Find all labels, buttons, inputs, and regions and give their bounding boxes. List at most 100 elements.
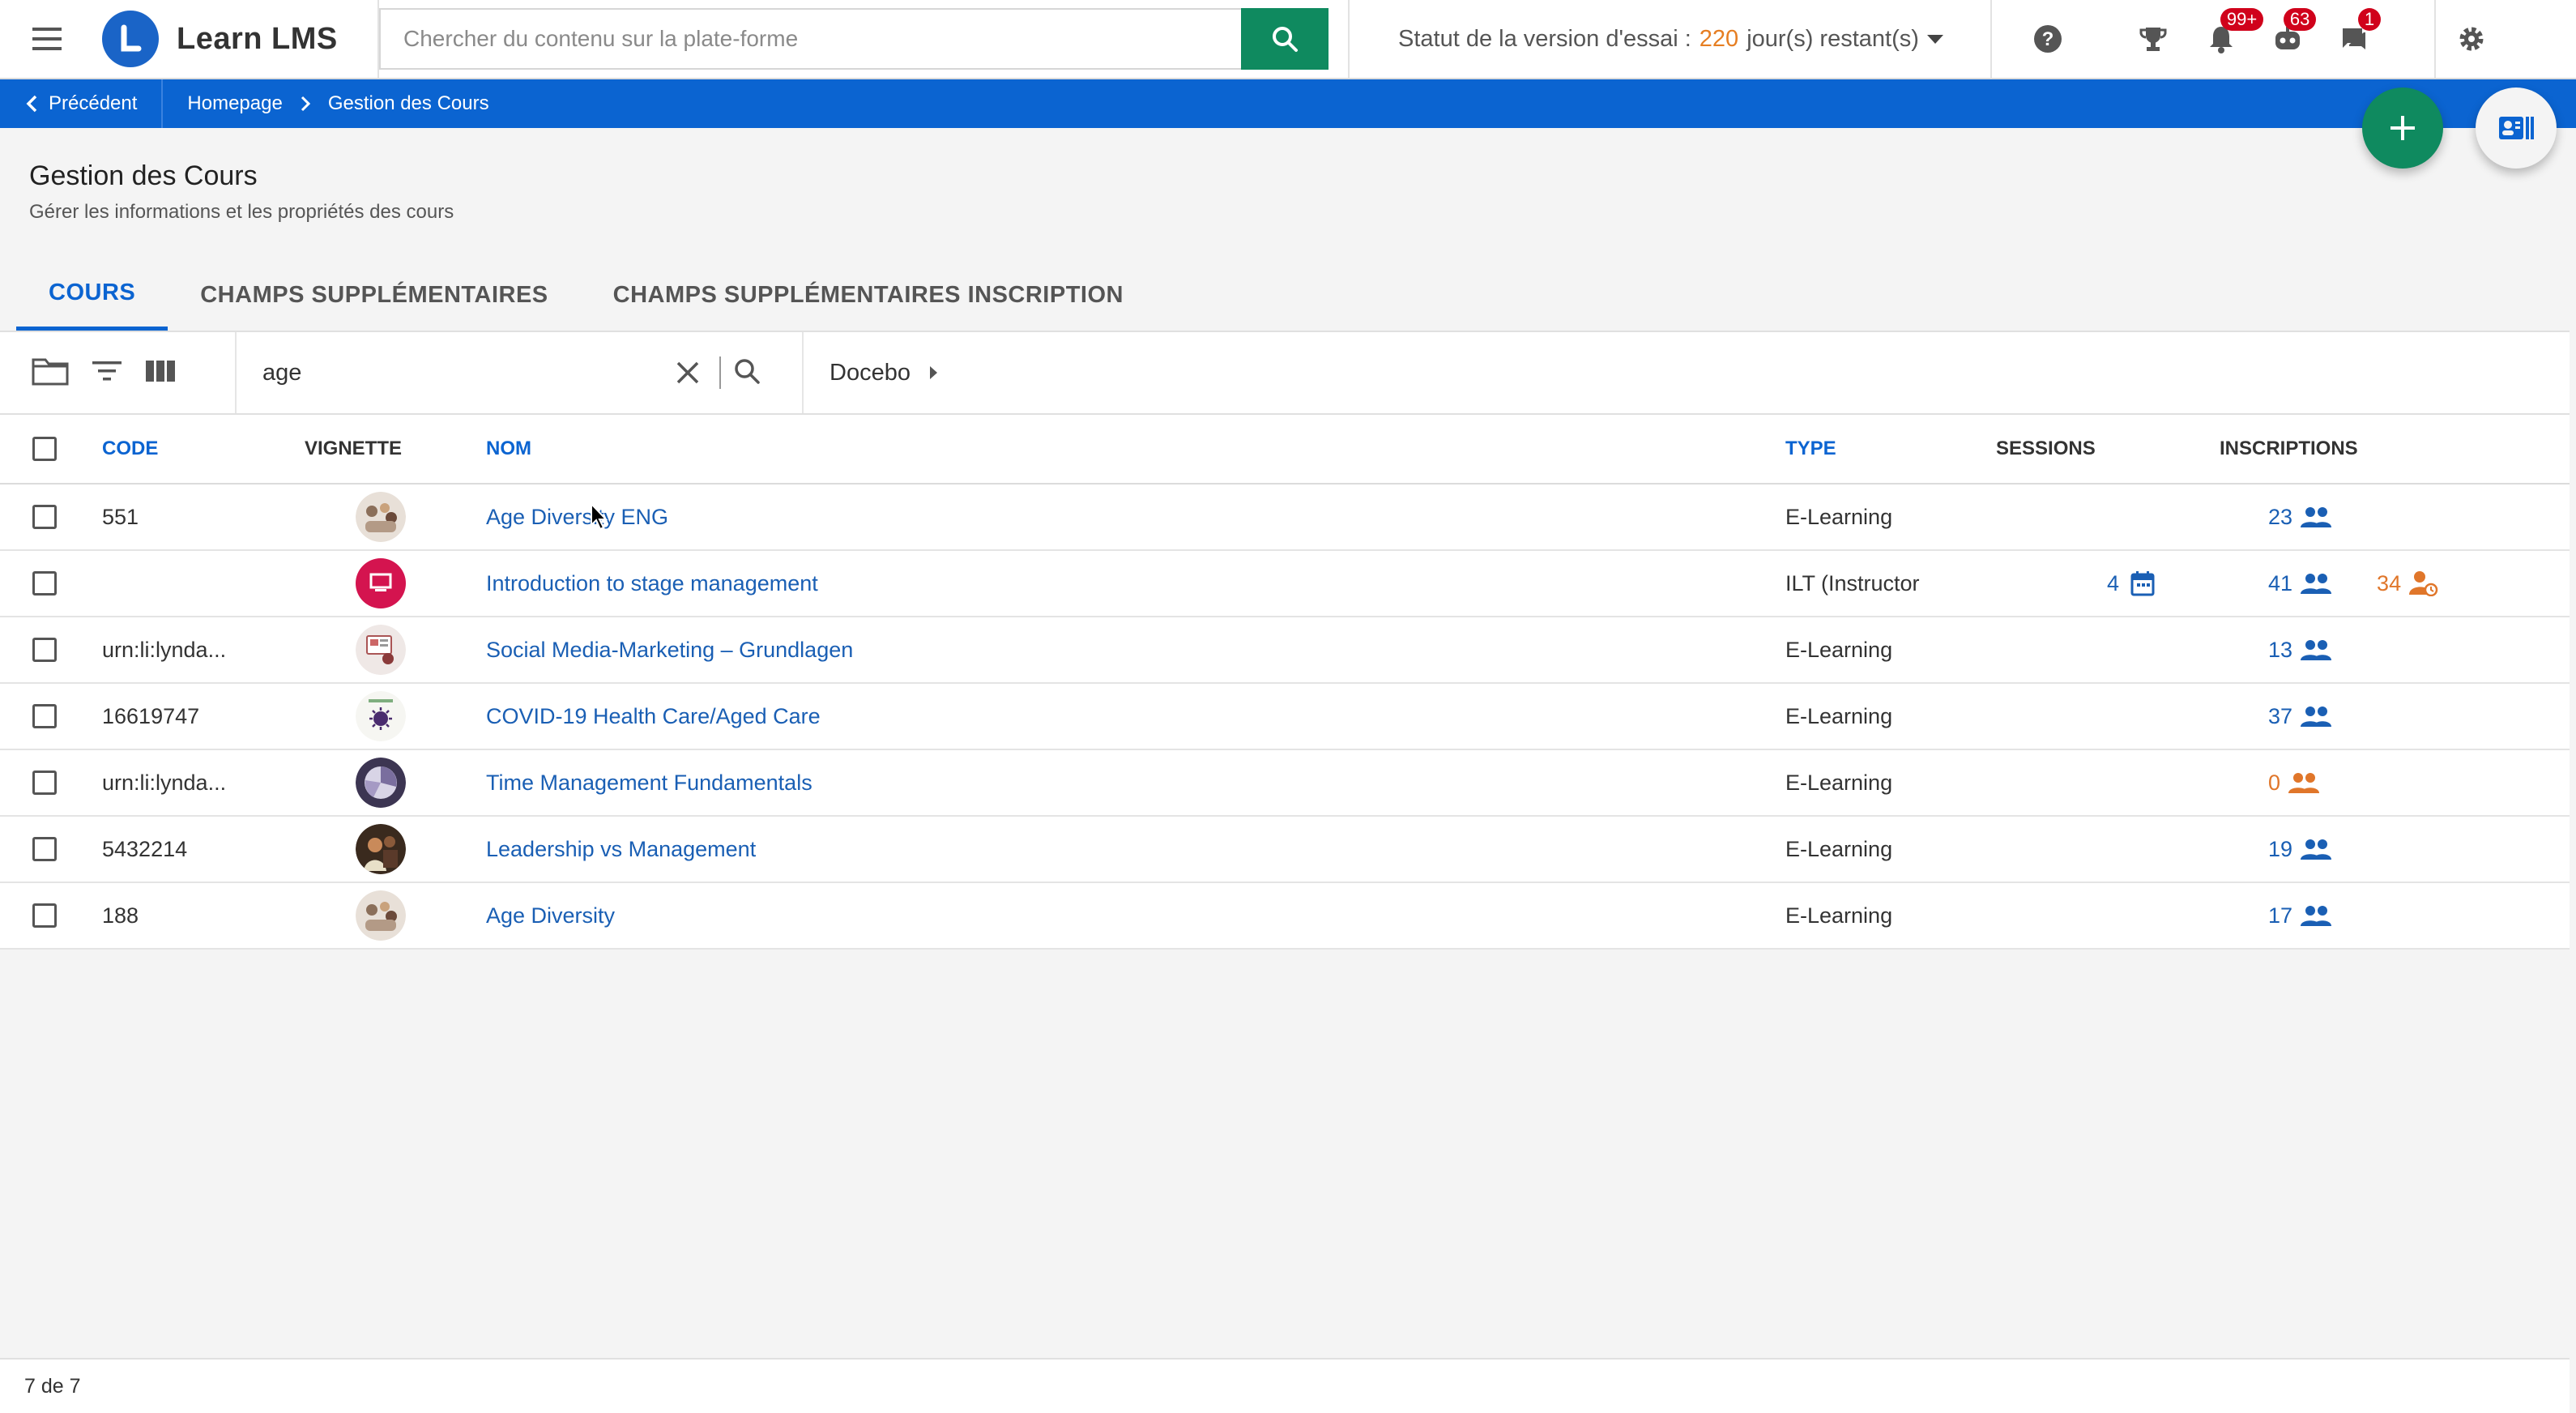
back-button[interactable]: Précédent: [0, 79, 164, 128]
tab-bar: COURS CHAMPS SUPPLÉMENTAIRES CHAMPS SUPP…: [16, 259, 1156, 331]
row-checkbox[interactable]: [32, 571, 57, 596]
trophy-button[interactable]: [2117, 0, 2190, 78]
card-view-button[interactable]: [2476, 88, 2557, 169]
select-all-checkbox[interactable]: [32, 437, 57, 461]
table-search: [237, 332, 804, 413]
row-type: E-Learning: [1785, 637, 1893, 662]
row-enrollments[interactable]: 19: [2203, 837, 2570, 862]
mouse-cursor-icon: [591, 502, 608, 531]
column-name[interactable]: NOM: [470, 438, 1785, 460]
enrollment-count: 13: [2268, 637, 2293, 662]
course-name-link[interactable]: COVID-19 Health Care/Aged Care: [470, 704, 1785, 729]
table-row[interactable]: 188 Age Diversity E-Learning 17: [0, 883, 2570, 950]
chevron-right-icon: [301, 96, 310, 112]
trial-suffix: jour(s) restant(s): [1746, 25, 1919, 52]
notifications-button[interactable]: 99+: [2185, 0, 2264, 78]
folder-icon[interactable]: [31, 355, 70, 391]
columns-icon[interactable]: [144, 358, 177, 388]
trophy-icon: [2139, 28, 2167, 51]
users-icon: [2301, 839, 2332, 860]
row-checkbox[interactable]: [32, 903, 57, 928]
clear-icon[interactable]: [667, 361, 708, 385]
row-enrollments[interactable]: 41 34: [2203, 570, 2570, 596]
pending-enrollments[interactable]: 34: [2377, 570, 2438, 596]
course-thumbnail: [356, 691, 406, 741]
tab-enrollment-additional-fields[interactable]: CHAMPS SUPPLÉMENTAIRES INSCRIPTION: [581, 259, 1156, 331]
svg-text:?: ?: [2042, 28, 2054, 50]
course-name-link[interactable]: Leadership vs Management: [470, 837, 1785, 862]
courses-table: CODE VIGNETTE NOM TYPE SESSIONS INSCRIPT…: [0, 415, 2570, 950]
course-name-link[interactable]: Age Diversity ENG: [470, 505, 1785, 530]
enrollment-count: 17: [2268, 903, 2293, 928]
search-icon[interactable]: [732, 356, 761, 390]
users-icon: [2301, 706, 2332, 727]
chat-bot-button[interactable]: 63: [2251, 0, 2324, 78]
trial-status[interactable]: Statut de la version d'essai : 220 jour(…: [1348, 0, 1992, 78]
toolbar-actions: [0, 332, 237, 413]
column-type[interactable]: TYPE: [1785, 438, 1996, 460]
row-checkbox[interactable]: [32, 505, 57, 529]
row-enrollments[interactable]: 13: [2203, 638, 2570, 663]
users-icon: [2301, 574, 2332, 594]
course-thumbnail: [356, 758, 406, 808]
row-enrollments[interactable]: 0: [2203, 771, 2570, 796]
course-name-link[interactable]: Time Management Fundamentals: [470, 771, 1785, 796]
row-code: 16619747: [102, 703, 200, 728]
caret-down-icon: [1926, 35, 1943, 44]
row-enrollments[interactable]: 37: [2203, 704, 2570, 729]
row-code: urn:li:lynda...: [102, 770, 227, 795]
breadcrumb-home[interactable]: Homepage: [163, 92, 282, 115]
enrollment-count: 0: [2268, 770, 2281, 795]
add-course-button[interactable]: [2362, 88, 2443, 169]
tab-additional-fields[interactable]: CHAMPS SUPPLÉMENTAIRES: [168, 259, 580, 331]
global-search-input[interactable]: [381, 10, 1241, 68]
page-subtitle: Gérer les informations et les propriétés…: [29, 201, 454, 223]
menu-icon[interactable]: [0, 0, 94, 78]
global-search-button[interactable]: [1241, 8, 1329, 70]
table-row[interactable]: urn:li:lynda... Time Management Fundamen…: [0, 750, 2570, 817]
course-name-link[interactable]: Social Media-Marketing – Grundlagen: [470, 638, 1785, 663]
row-sessions[interactable]: 4: [1996, 570, 2203, 596]
row-enrollments[interactable]: 17: [2203, 903, 2570, 928]
table-toolbar: Docebo: [0, 331, 2570, 415]
course-thumbnail: [356, 890, 406, 941]
catalog-crumb-label: Docebo: [830, 359, 911, 386]
logo-icon: [102, 11, 159, 67]
breadcrumb: Précédent Homepage Gestion des Cours: [0, 79, 2576, 128]
tab-courses[interactable]: COURS: [16, 259, 168, 331]
contact-card-icon: [2499, 117, 2534, 139]
table-row[interactable]: 5432214 Leadership vs Management E-Learn…: [0, 817, 2570, 883]
table-row[interactable]: Introduction to stage management ILT (In…: [0, 551, 2570, 617]
catalog-breadcrumb[interactable]: Docebo: [804, 360, 938, 386]
settings-button[interactable]: [2433, 0, 2507, 78]
table-search-input[interactable]: [262, 348, 667, 397]
users-icon: [2301, 906, 2332, 926]
course-thumbnail: [356, 492, 406, 542]
column-code[interactable]: CODE: [89, 438, 292, 460]
brand-name: Learn LMS: [177, 21, 338, 56]
messages-button[interactable]: 1: [2318, 0, 2390, 78]
trial-days: 220: [1699, 25, 1739, 52]
table-row[interactable]: urn:li:lynda... Social Media-Marketing –…: [0, 617, 2570, 684]
chat-badge: 63: [2283, 8, 2317, 31]
row-checkbox[interactable]: [32, 771, 57, 795]
filter-icon[interactable]: [91, 359, 123, 387]
top-header: Learn LMS Statut de la version d'essai :…: [0, 0, 2576, 79]
user-pending-icon: [2409, 571, 2438, 596]
course-name-link[interactable]: Age Diversity: [470, 903, 1785, 928]
row-checkbox[interactable]: [32, 837, 57, 861]
table-row[interactable]: 551 Age Diversity ENG E-Learning 23: [0, 485, 2570, 551]
help-button[interactable]: ?: [2011, 0, 2084, 78]
search-divider: [719, 356, 721, 389]
row-checkbox[interactable]: [32, 638, 57, 662]
row-checkbox[interactable]: [32, 704, 57, 728]
course-name-link[interactable]: Introduction to stage management: [470, 571, 1785, 596]
column-enrollments: INSCRIPTIONS: [2220, 438, 2358, 459]
row-enrollments[interactable]: 23: [2203, 505, 2570, 530]
brand-logo[interactable]: Learn LMS: [94, 0, 379, 78]
enrollment-count: 23: [2268, 504, 2293, 529]
row-type: E-Learning: [1785, 770, 1893, 795]
help-icon: ?: [2033, 25, 2062, 53]
row-type: E-Learning: [1785, 703, 1893, 728]
table-row[interactable]: 16619747 COVID-19 Health Care/Aged Care …: [0, 684, 2570, 750]
